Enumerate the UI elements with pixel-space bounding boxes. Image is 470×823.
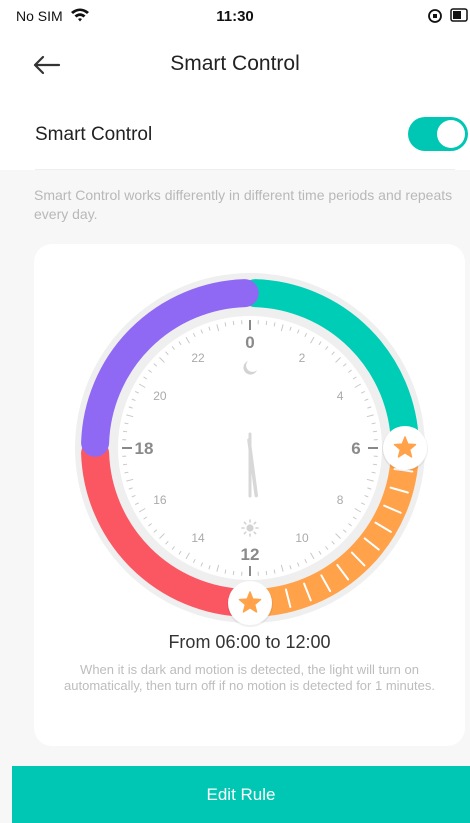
dial-tick	[123, 430, 128, 433]
smart-control-screen: No SIM 11:30 Smart Control Smart Control…	[0, 0, 470, 823]
time-period-card: 0 2 4 6 8 10 12 14 16 18 20 22 From 06:0…	[34, 244, 465, 746]
hour-label-22: 22	[191, 351, 205, 365]
hour-label-14: 14	[191, 531, 205, 545]
status-time: 11:30	[216, 8, 254, 25]
hour-label-20: 20	[153, 389, 167, 403]
toggle-knob	[437, 120, 465, 148]
range-end-handle[interactable]	[227, 581, 273, 627]
dial-tick	[232, 570, 235, 575]
hour-label-2: 2	[299, 351, 306, 365]
orientation-lock-icon	[427, 8, 443, 29]
dial-tick	[372, 463, 377, 466]
page-title: Smart Control	[170, 52, 300, 75]
dial-tick	[265, 570, 268, 575]
hour-label-16: 16	[153, 493, 167, 507]
dial-tick	[232, 321, 235, 326]
edit-rule-button[interactable]: Edit Rule	[12, 766, 470, 823]
header: Smart Control	[0, 32, 470, 100]
hour-label-4: 4	[337, 389, 344, 403]
dial-tick	[123, 463, 128, 466]
hour-label-10: 10	[295, 531, 309, 545]
hour-label-0: 0	[245, 333, 254, 352]
smart-control-toggle[interactable]	[408, 117, 468, 151]
smart-control-label: Smart Control	[35, 124, 153, 145]
hour-label-12: 12	[241, 545, 260, 564]
battery-icon	[450, 8, 470, 27]
time-dial[interactable]: 0 2 4 6 8 10 12 14 16 18 20 22	[34, 244, 465, 634]
smart-control-row: Smart Control	[0, 100, 470, 170]
hour-label-18: 18	[135, 439, 154, 458]
hour-label-8: 8	[337, 493, 344, 507]
divider	[35, 169, 455, 170]
rule-description: When it is dark and motion is detected, …	[64, 662, 435, 693]
selected-range-text: From 06:00 to 12:00	[168, 632, 331, 652]
dial-tick	[372, 430, 377, 433]
hour-label-6: 6	[351, 439, 360, 458]
range-start-handle[interactable]	[382, 426, 428, 472]
dial-tick	[265, 321, 268, 326]
sun-icon	[241, 519, 259, 537]
status-bar: No SIM 11:30	[0, 0, 470, 32]
smart-control-description: Smart Control works differently in diffe…	[34, 187, 453, 222]
